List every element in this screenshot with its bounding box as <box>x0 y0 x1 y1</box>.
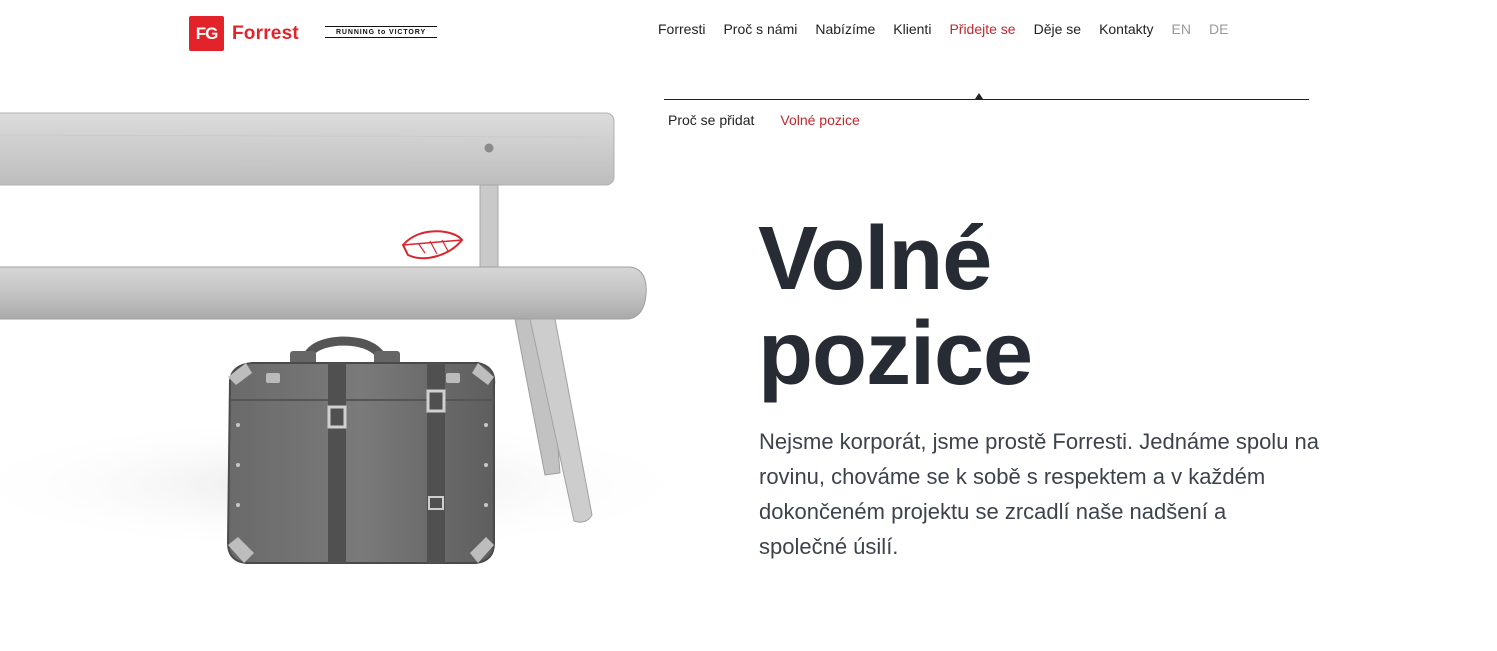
logo-badge: FG <box>189 16 224 51</box>
nav-item-klienti[interactable]: Klienti <box>893 21 931 37</box>
subnav-caret-icon <box>975 93 983 99</box>
leaf-icon <box>401 230 464 260</box>
subnav-item-volne-pozice[interactable]: Volné pozice <box>780 112 859 128</box>
page-title-line-2: pozice <box>758 304 1033 404</box>
nav-item-kontakty[interactable]: Kontakty <box>1099 21 1153 37</box>
nav-item-pridejte-se[interactable]: Přidejte se <box>949 21 1015 37</box>
tagline: RUNNING to VICTORY <box>325 26 437 38</box>
page: FG Forrest RUNNING to VICTORY Forresti P… <box>0 0 1497 651</box>
nav-item-proc-s-nami[interactable]: Proč s námi <box>723 21 797 37</box>
subnav-divider <box>664 99 1309 100</box>
page-title: Volné pozice <box>758 212 1178 402</box>
logo[interactable]: FG Forrest <box>189 16 299 51</box>
bench-suitcase-illustration <box>0 112 710 564</box>
suitcase-icon <box>226 336 496 564</box>
page-title-line-1: Volné <box>758 209 992 309</box>
nav-item-deje-se[interactable]: Děje se <box>1034 21 1081 37</box>
intro-paragraph: Nejsme korporát, jsme prostě Forresti. J… <box>759 429 1320 559</box>
lang-switch-de[interactable]: DE <box>1209 21 1228 37</box>
nav-item-forresti[interactable]: Forresti <box>658 21 705 37</box>
lang-switch-en[interactable]: EN <box>1172 21 1191 37</box>
nav-item-nabizime[interactable]: Nabízíme <box>815 21 875 37</box>
logo-wordmark: Forrest <box>232 22 299 44</box>
main-nav: Forresti Proč s námi Nabízíme Klienti Př… <box>658 21 1497 37</box>
